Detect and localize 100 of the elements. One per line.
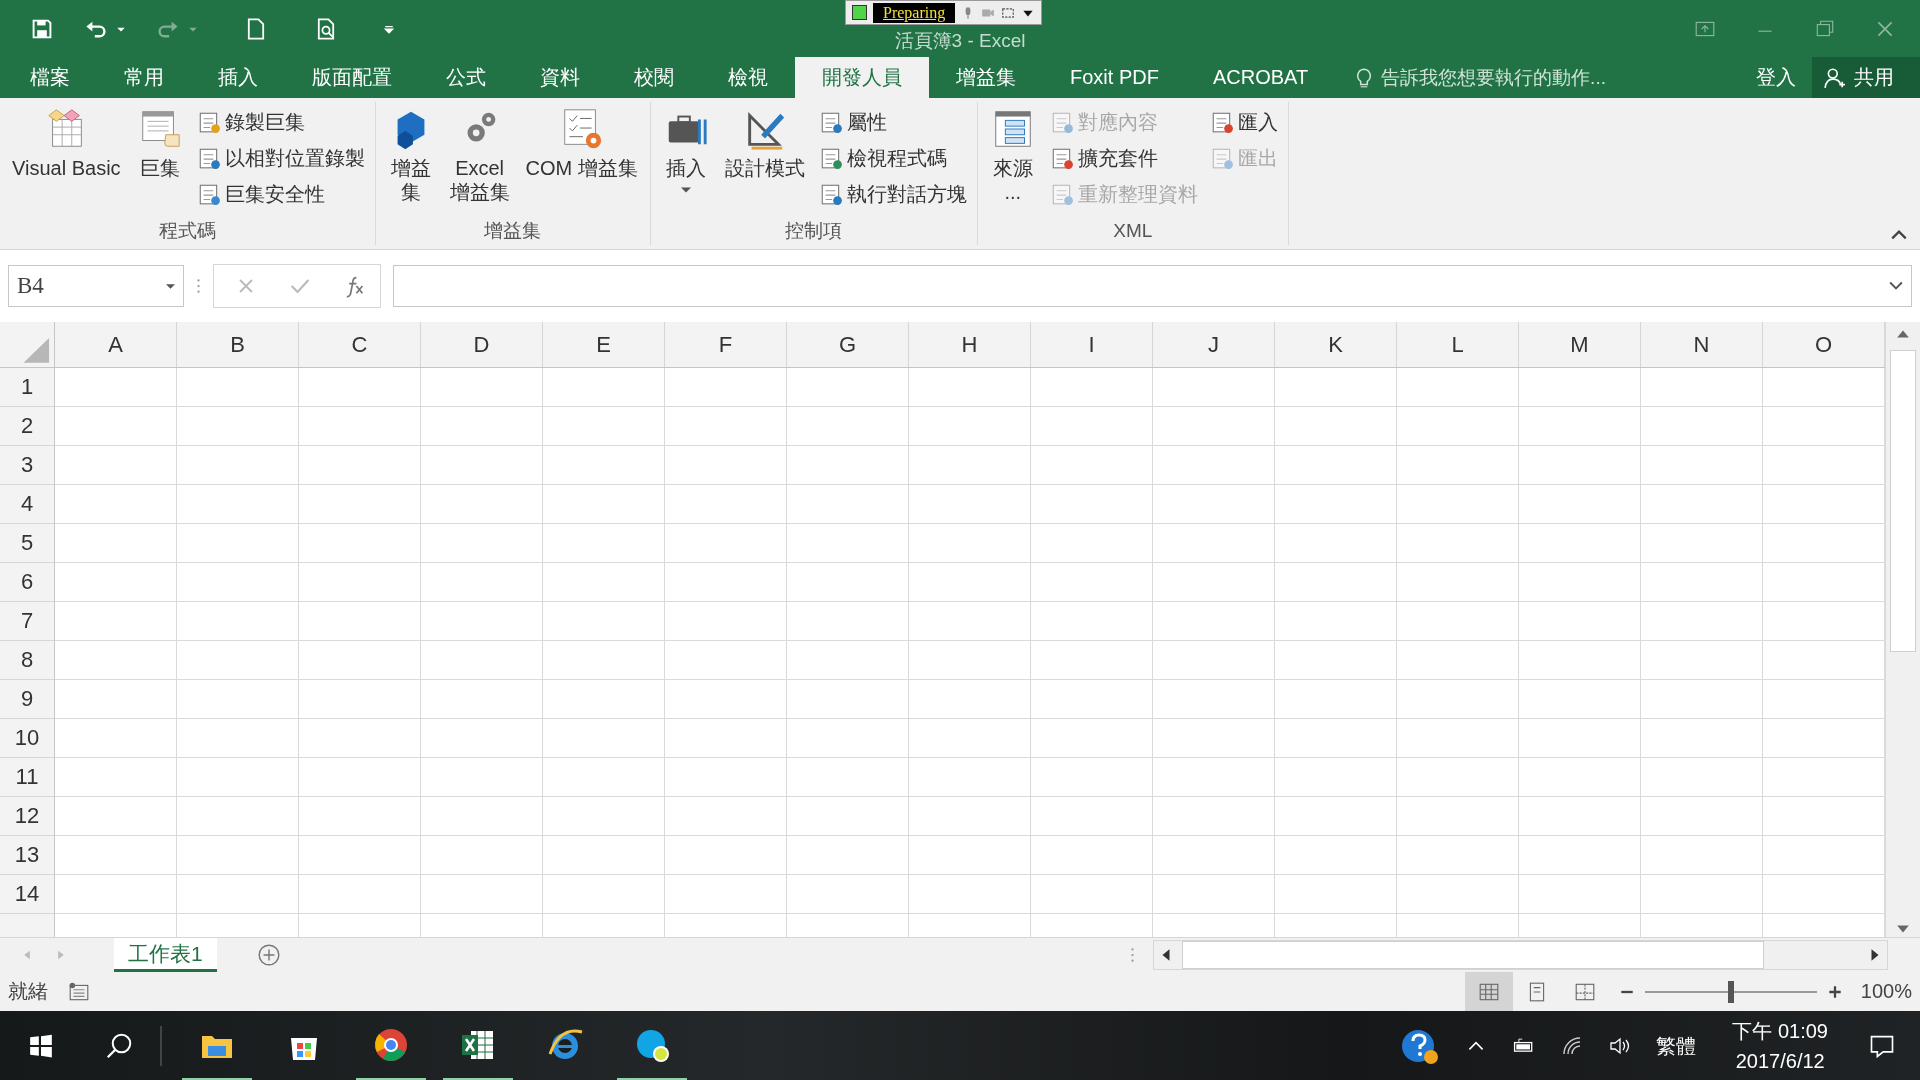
row-header[interactable]: 14	[0, 875, 54, 914]
group-label: 控制項	[784, 219, 844, 243]
column-header[interactable]: L	[1397, 322, 1519, 367]
row-header[interactable]: 12	[0, 797, 54, 836]
ribbon-tab[interactable]: 資料	[513, 57, 607, 98]
zoom-in-icon[interactable]	[1826, 983, 1843, 1000]
row-header[interactable]: 7	[0, 602, 54, 641]
scrollbar-thumb[interactable]	[1890, 350, 1916, 652]
ribbon-small-button[interactable]: 擴充套件	[1049, 142, 1198, 174]
grip-icon	[1130, 946, 1135, 964]
selection-icon[interactable]	[1001, 5, 1016, 20]
column-header[interactable]: M	[1519, 322, 1641, 367]
row-header[interactable]: 1	[0, 368, 54, 407]
scrollbar-thumb[interactable]	[1182, 941, 1764, 969]
row-header[interactable]: 9	[0, 680, 54, 719]
customize-caret-icon[interactable]	[384, 23, 394, 34]
ribbon-small-button[interactable]: 錄製巨集	[196, 106, 365, 138]
caret-icon	[166, 282, 175, 290]
row-header[interactable]: 3	[0, 446, 54, 485]
column-header[interactable]: I	[1031, 322, 1153, 367]
slider-thumb[interactable]	[1727, 980, 1734, 1003]
view-button[interactable]	[1464, 972, 1513, 1011]
scroll-up-icon[interactable]	[1896, 328, 1910, 340]
column-header[interactable]: A	[55, 322, 177, 367]
ribbon-button[interactable]: Visual Basic	[10, 102, 123, 217]
recorder-status: Preparing	[873, 2, 956, 23]
ribbon-small-button[interactable]: 巨集安全性	[196, 178, 365, 210]
column-header[interactable]: B	[177, 322, 299, 367]
ribbon-tab[interactable]: Foxit PDF	[1043, 57, 1186, 98]
column-header[interactable]: H	[909, 322, 1031, 367]
column-header[interactable]: F	[665, 322, 787, 367]
ribbon-button[interactable]: 設計模式	[722, 102, 807, 217]
group-label: 程式碼	[157, 219, 217, 243]
zoom-level[interactable]: 100%	[1860, 980, 1912, 1003]
ribbon-small-button[interactable]: 屬性	[818, 106, 967, 138]
row-header[interactable]: 5	[0, 524, 54, 563]
cell-grid[interactable]	[55, 368, 1885, 937]
person-icon	[1824, 66, 1846, 89]
row-header[interactable]: 13	[0, 836, 54, 875]
sheet-tab[interactable]: 工作表1	[114, 938, 217, 972]
ribbon-tab[interactable]: 校閱	[607, 57, 701, 98]
tell-me-field[interactable]: 告訴我您想要執行的動作...	[1379, 65, 1654, 90]
expand-caret-icon[interactable]	[1889, 281, 1903, 291]
ribbon-tab[interactable]: 公式	[419, 57, 513, 98]
row-header[interactable]: 2	[0, 407, 54, 446]
scroll-right-icon[interactable]	[1869, 948, 1881, 962]
start-icon[interactable]	[28, 1033, 54, 1059]
ribbon-tab[interactable]: 常用	[97, 57, 191, 98]
row-header[interactable]: 11	[0, 758, 54, 797]
column-header[interactable]: C	[299, 322, 421, 367]
row-header[interactable]: 4	[0, 485, 54, 524]
ribbon-tab[interactable]: 檢視	[701, 57, 795, 98]
row-header[interactable]: 10	[0, 719, 54, 758]
ribbon-small-button[interactable]: 檢視程式碼	[818, 142, 967, 174]
horizontal-scrollbar[interactable]	[1153, 940, 1888, 970]
group-label: 增益集	[483, 219, 543, 243]
caret-icon	[680, 186, 691, 194]
window-title: 活頁簿3 - Excel	[893, 29, 1027, 53]
column-header[interactable]: J	[1153, 322, 1275, 367]
column-header[interactable]: G	[787, 322, 909, 367]
ribbon-button[interactable]: 插入	[660, 102, 711, 217]
ribbon-tab[interactable]: ACROBAT	[1185, 57, 1336, 98]
ribbon-button[interactable]: Excel 增益集	[447, 102, 512, 217]
ribbon-tab[interactable]: 檔案	[0, 57, 97, 98]
search-icon[interactable]	[104, 1031, 134, 1061]
column-header[interactable]: D	[421, 322, 543, 367]
status-text: 就緒	[8, 979, 48, 1004]
ribbon-button[interactable]: COM 增益集	[523, 102, 640, 217]
scroll-left-icon[interactable]	[1160, 948, 1172, 962]
formula-field[interactable]	[393, 265, 1912, 307]
status-light-icon	[852, 5, 867, 20]
ribbon-small-button[interactable]: 以相對位置錄製	[196, 142, 365, 174]
ribbon-small-button[interactable]: 匯入	[1209, 106, 1278, 138]
ribbon-tab[interactable]: 增益集	[929, 57, 1043, 98]
scroll-down-icon[interactable]	[1896, 923, 1910, 935]
row-header[interactable]: 6	[0, 563, 54, 602]
collapse-ribbon-icon[interactable]	[1890, 229, 1908, 241]
vertical-scrollbar[interactable]	[1885, 322, 1920, 937]
column-header[interactable]: N	[1641, 322, 1763, 367]
ribbon-tab[interactable]: 版面配置	[285, 57, 419, 98]
row-header[interactable]: 8	[0, 641, 54, 680]
column-header[interactable]: K	[1275, 322, 1397, 367]
group-label: XML	[1112, 219, 1154, 243]
ribbon-button[interactable]: 來源 ...	[987, 102, 1038, 217]
input-method[interactable]: 繁體	[1656, 1032, 1697, 1060]
add-sheet-icon[interactable]	[256, 943, 281, 967]
ribbon-tab[interactable]: 開發人員	[795, 57, 929, 98]
macro-recording-icon[interactable]	[68, 981, 90, 1002]
clock-date[interactable]: 2017/6/12	[1735, 1046, 1825, 1076]
lightbulb-icon	[1355, 66, 1374, 89]
ribbon-button[interactable]: 增益集	[385, 102, 436, 217]
sign-in-link[interactable]: 登入	[1740, 57, 1812, 98]
share-button[interactable]: 共用	[1812, 57, 1920, 98]
ribbon-small-button[interactable]: 執行對話方塊	[818, 178, 967, 210]
grip-icon	[196, 277, 201, 295]
column-header[interactable]: E	[543, 322, 665, 367]
ribbon-button[interactable]: 巨集	[134, 102, 185, 217]
ribbon-tab[interactable]: 插入	[191, 57, 285, 98]
clock-time[interactable]: 下午 01:09	[1732, 1016, 1828, 1046]
name-box[interactable]: B4	[8, 265, 184, 307]
